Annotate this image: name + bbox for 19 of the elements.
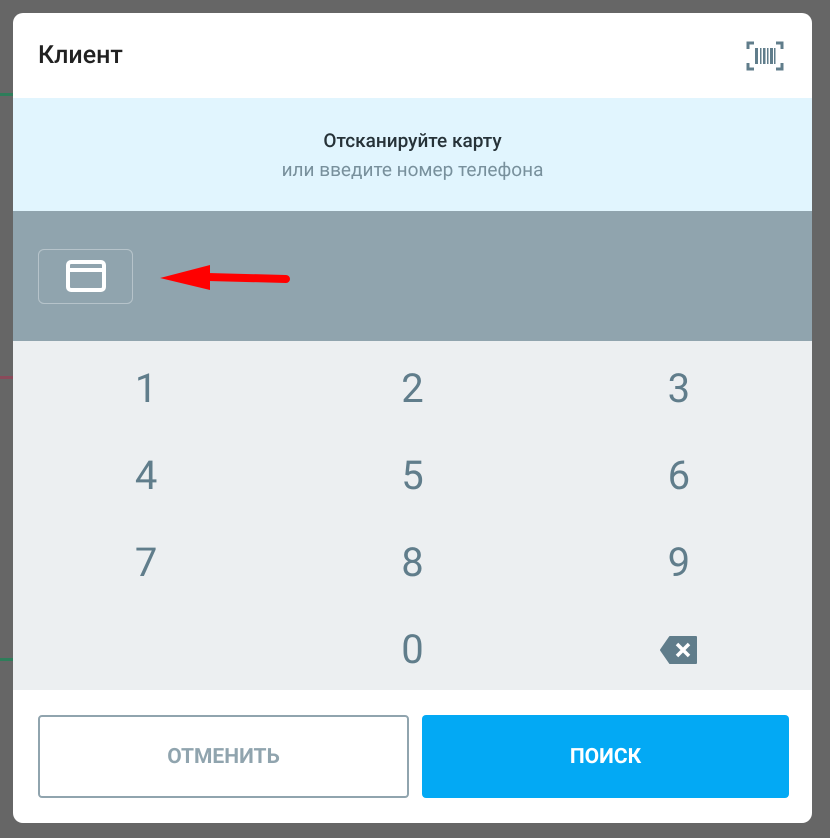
prompt-title: Отсканируйте карту — [323, 128, 502, 152]
keypad-key[interactable]: 0 — [279, 606, 546, 693]
keypad-key[interactable]: 4 — [13, 432, 280, 519]
keypad-key[interactable]: 1 — [13, 345, 280, 432]
keypad-key[interactable]: 5 — [279, 432, 546, 519]
barcode-scan-icon[interactable] — [746, 40, 784, 70]
keypad-key[interactable]: 7 — [13, 519, 280, 606]
card-icon — [66, 260, 106, 292]
backspace-icon — [660, 636, 698, 664]
prompt-subtitle: или введите номер телефона — [282, 158, 544, 180]
keypad-key[interactable]: 2 — [279, 345, 546, 432]
keypad-key[interactable]: 6 — [546, 432, 812, 519]
cancel-button[interactable]: ОТМЕНИТЬ — [38, 715, 409, 798]
keypad-key[interactable]: 3 — [546, 345, 812, 432]
search-button[interactable]: ПОИСК — [422, 715, 789, 798]
keypad-key[interactable]: 9 — [546, 519, 812, 606]
dialog-title: Клиент — [38, 41, 123, 70]
keypad-key[interactable]: 8 — [279, 519, 546, 606]
card-button[interactable] — [38, 248, 133, 304]
